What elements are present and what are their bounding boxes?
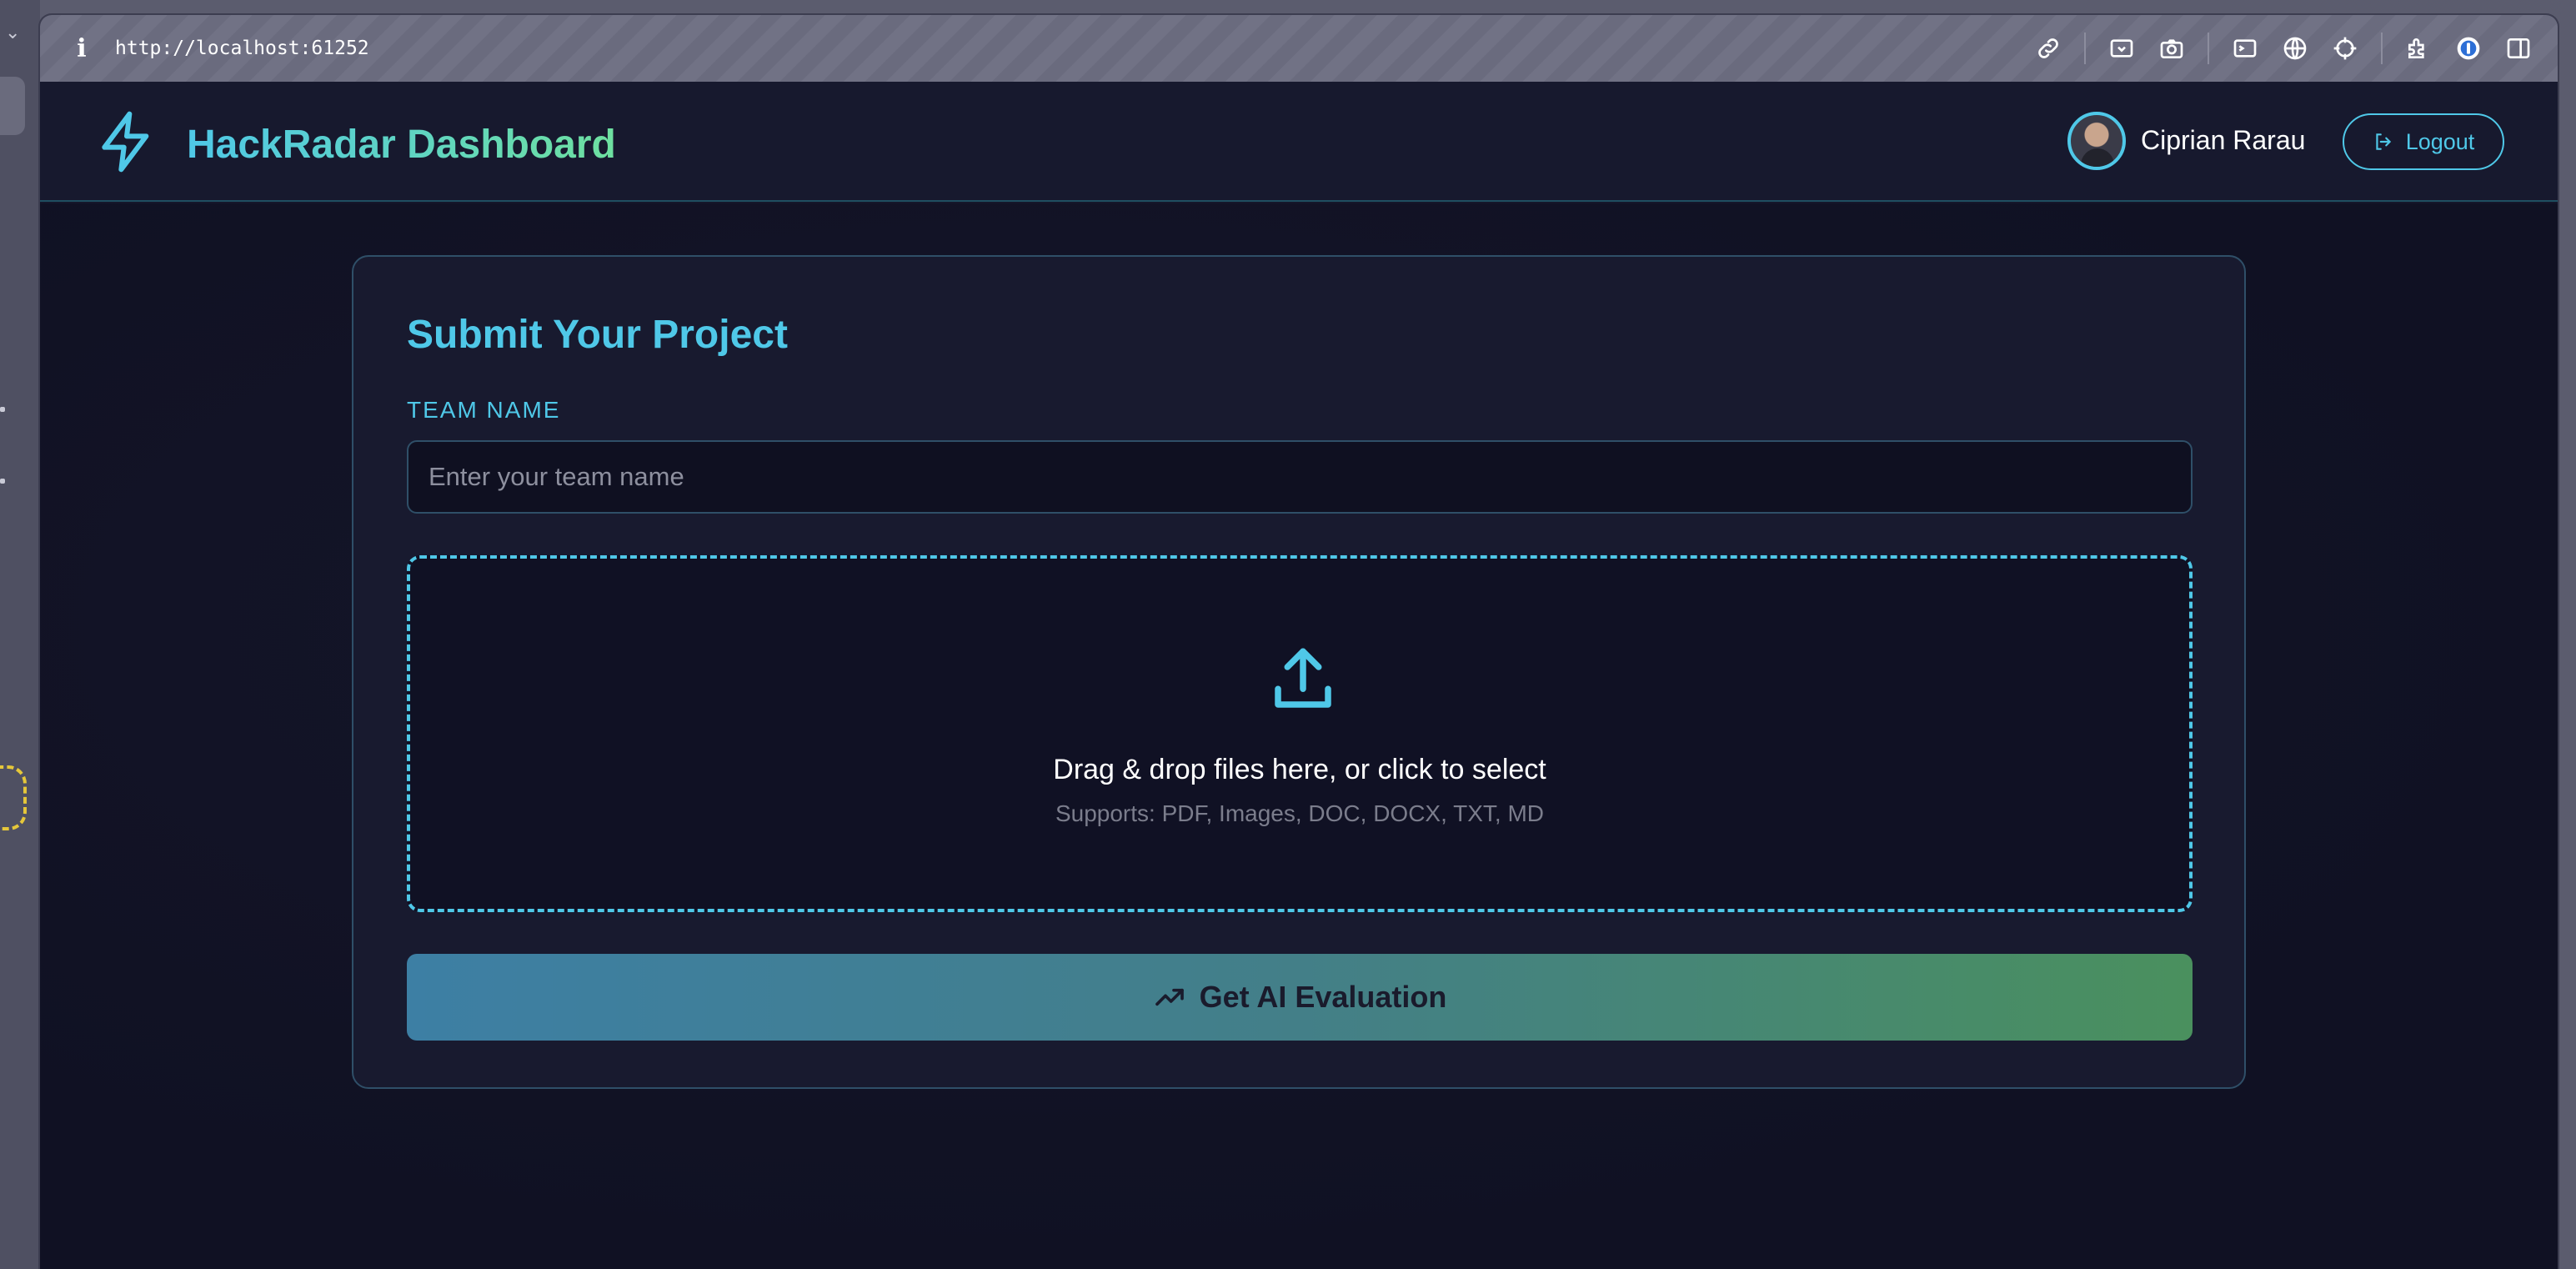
toolbar-divider xyxy=(2381,33,2383,64)
trending-up-icon xyxy=(1155,988,1184,1006)
host-sidebar-strip: ⌄ xyxy=(0,0,40,1269)
team-name-label: TEAM NAME xyxy=(407,397,561,423)
toolbar-divider xyxy=(2084,33,2086,64)
app-title: HackRadar Dashboard xyxy=(187,123,616,167)
browser-window: i http://localhost:61252 HackRadar Dashb… xyxy=(40,15,2558,1269)
logout-icon xyxy=(2376,133,2391,150)
file-dropzone[interactable]: Drag & drop files here, or click to sele… xyxy=(407,555,2193,912)
info-icon[interactable]: i xyxy=(70,34,93,63)
host-marker xyxy=(0,479,5,484)
logout-button[interactable]: Logout xyxy=(2343,113,2504,170)
terminal-icon[interactable] xyxy=(2231,34,2259,63)
get-ai-evaluation-label: Get AI Evaluation xyxy=(1199,980,1447,1014)
lightning-bolt-icon[interactable] xyxy=(93,108,160,175)
browser-toolbar xyxy=(2034,15,2533,82)
avatar[interactable] xyxy=(2067,112,2126,170)
dropzone-text: Drag & drop files here, or click to sele… xyxy=(1053,754,1546,785)
logout-label: Logout xyxy=(2405,128,2475,154)
upload-icon xyxy=(1275,648,1331,708)
host-tab-stub[interactable] xyxy=(0,77,25,135)
extensions-icon[interactable] xyxy=(2404,34,2433,63)
globe-icon[interactable] xyxy=(2281,34,2309,63)
link-icon[interactable] xyxy=(2034,34,2062,63)
host-marker xyxy=(0,407,5,412)
crosshair-icon[interactable] xyxy=(2331,34,2359,63)
dropzone-supported-formats: Supports: PDF, Images, DOC, DOCX, TXT, M… xyxy=(1055,800,1545,826)
user-name: Ciprian Rarau xyxy=(2141,125,2306,155)
main-content: Submit Your Project TEAM NAME Drag & dro… xyxy=(40,203,2558,1269)
screenshot-area-icon[interactable] xyxy=(2107,34,2136,63)
get-ai-evaluation-button[interactable]: Get AI Evaluation xyxy=(407,954,2193,1041)
highlight-ring xyxy=(0,765,27,830)
submit-project-card: Submit Your Project TEAM NAME Drag & dro… xyxy=(352,255,2246,1089)
url-bar: i http://localhost:61252 xyxy=(40,15,2558,82)
camera-icon[interactable] xyxy=(2158,34,2186,63)
card-title: Submit Your Project xyxy=(407,313,788,357)
chevron-down-icon[interactable]: ⌄ xyxy=(5,22,20,43)
url-text[interactable]: http://localhost:61252 xyxy=(115,38,369,59)
sidebar-icon[interactable] xyxy=(2504,34,2533,63)
toolbar-divider xyxy=(2208,33,2209,64)
app-header: HackRadar Dashboard Ciprian Rarau Logout xyxy=(40,82,2558,202)
password-manager-icon[interactable] xyxy=(2454,34,2483,63)
team-name-input[interactable] xyxy=(407,440,2193,514)
